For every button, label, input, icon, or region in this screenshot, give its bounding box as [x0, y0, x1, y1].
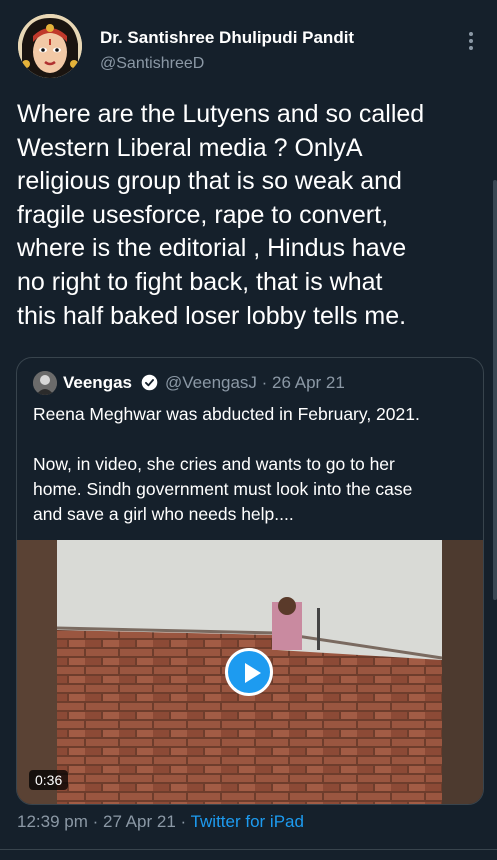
author-handle[interactable]: @SantishreeD	[100, 55, 204, 73]
author-name[interactable]: Dr. Santishree Dhulipudi Pandit	[100, 28, 354, 48]
video-duration: 0:36	[29, 770, 69, 790]
play-video-button[interactable]	[225, 648, 273, 696]
tweet-source-link[interactable]: Twitter for iPad	[191, 812, 304, 831]
verified-badge-icon	[141, 374, 158, 391]
author-avatar[interactable]	[18, 14, 82, 78]
video-thumbnail[interactable]: 0:36	[17, 540, 483, 804]
quoted-author-avatar	[33, 371, 57, 395]
quoted-handle-date: @VeengasJ · 26 Apr 21	[165, 373, 345, 392]
tweet-text: Where are the Lutyens and so called West…	[17, 100, 425, 330]
scrollbar[interactable]	[493, 180, 497, 600]
quoted-author-name: Veengas	[63, 373, 132, 392]
quoted-tweet-card[interactable]: Veengas @VeengasJ · 26 Apr 21 Reena Megh…	[16, 357, 484, 805]
tweet-timestamp[interactable]: 12:39 pm · 27 Apr 21 ·	[17, 812, 191, 831]
more-options-icon[interactable]	[463, 30, 479, 54]
person-photo-icon	[33, 371, 57, 395]
tweet-header: Dr. Santishree Dhulipudi Pandit @Santish…	[18, 12, 483, 84]
goddess-portrait-avatar	[18, 14, 82, 78]
quoted-tweet-text: Reena Meghwar was abducted in February, …	[33, 404, 420, 524]
tweet-metadata: 12:39 pm · 27 Apr 21 · Twitter for iPad	[17, 812, 304, 832]
divider	[0, 849, 497, 850]
